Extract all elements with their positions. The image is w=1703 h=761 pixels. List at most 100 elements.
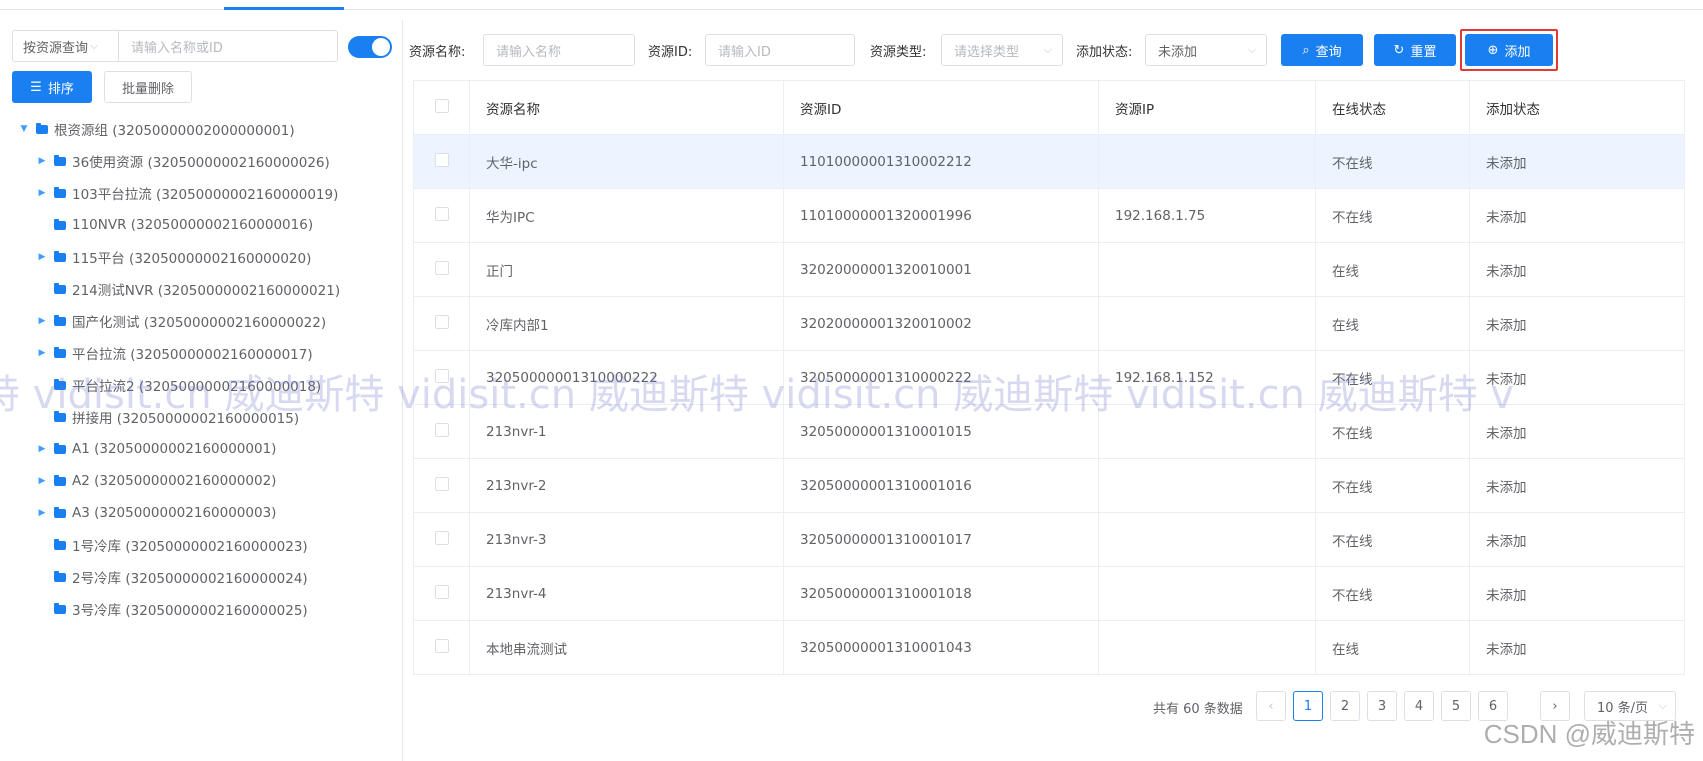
- cell-name: 213nvr-4: [469, 566, 784, 621]
- tree-node[interactable]: 214测试NVR (32050000002160000021): [0, 273, 403, 305]
- tree-node-label: 214测试NVR (32050000002160000021): [72, 283, 341, 299]
- row-select-cell: [413, 188, 470, 243]
- bulk-delete-button[interactable]: 批量删除: [104, 71, 192, 103]
- row-checkbox[interactable]: [435, 314, 449, 329]
- tree-node[interactable]: ▶ 103平台拉流 (32050000002160000019): [0, 177, 403, 209]
- cell-added: 未添加: [1469, 188, 1685, 243]
- search-type-select[interactable]: 按资源查询 ⌵: [13, 31, 119, 61]
- page-button[interactable]: 4: [1404, 691, 1434, 721]
- row-checkbox[interactable]: [435, 152, 449, 167]
- row-checkbox[interactable]: [435, 476, 449, 491]
- resource-tree-panel: 按资源查询 ⌵ 请输入名称或ID ☰ 排序 批量删除 ▼ 根资源组 (320500…: [0, 20, 403, 761]
- row-checkbox[interactable]: [435, 206, 449, 221]
- table-row[interactable]: 213nvr-4 32050000001310001018 不在线 未添加: [413, 566, 1685, 621]
- row-checkbox[interactable]: [435, 584, 449, 599]
- id-filter-input[interactable]: 请输入ID: [705, 34, 855, 66]
- row-checkbox[interactable]: [435, 368, 449, 383]
- name-filter-input[interactable]: 请输入名称: [483, 34, 635, 66]
- cell-online: 在线: [1315, 620, 1470, 675]
- tree-node[interactable]: ▶ A2 (32050000002160000002): [0, 465, 403, 497]
- tree-node[interactable]: ▼ 根资源组 (32050000002000000001): [0, 113, 403, 145]
- caret-right-icon[interactable]: ▶: [36, 156, 48, 166]
- sort-button[interactable]: ☰ 排序: [12, 71, 92, 103]
- row-checkbox[interactable]: [435, 638, 449, 653]
- tree-node-label: 平台拉流 (32050000002160000017): [72, 347, 313, 363]
- cell-ip: [1098, 458, 1316, 513]
- resource-list-panel: 资源名称: 请输入名称 资源ID: 请输入ID 资源类型: 请选择类型 ⌵ 添加…: [403, 20, 1703, 761]
- toggle-switch[interactable]: [348, 36, 392, 58]
- cell-added: 未添加: [1469, 134, 1685, 189]
- tree-node[interactable]: 110NVR (32050000002160000016): [0, 209, 403, 241]
- table-row[interactable]: 本地串流测试 32050000001310001043 在线 未添加: [413, 620, 1685, 675]
- select-all-cell: [413, 80, 470, 135]
- select-all-checkbox[interactable]: [435, 98, 449, 113]
- table-row[interactable]: 正门 32020000001320010001 在线 未添加: [413, 242, 1685, 297]
- folder-icon: [54, 282, 66, 294]
- row-checkbox[interactable]: [435, 422, 449, 437]
- cell-name: 32050000001310000222: [469, 350, 784, 405]
- cell-name: 213nvr-3: [469, 512, 784, 567]
- row-select-cell: [413, 242, 470, 297]
- table-row[interactable]: 32050000001310000222 32050000001310000222…: [413, 350, 1685, 405]
- caret-right-icon[interactable]: ▶: [36, 476, 48, 486]
- cell-added: 未添加: [1469, 458, 1685, 513]
- caret-down-icon[interactable]: ▼: [18, 124, 30, 134]
- tree-node[interactable]: ▶ A3 (32050000002160000003): [0, 497, 403, 529]
- tree-node-label: 103平台拉流 (32050000002160000019): [72, 187, 339, 203]
- tree-node[interactable]: 2号冷库 (32050000002160000024): [0, 561, 403, 593]
- folder-icon: [54, 346, 66, 358]
- tree-node[interactable]: ▶ A1 (32050000002160000001): [0, 433, 403, 465]
- tree-search-input[interactable]: 请输入名称或ID: [119, 37, 337, 56]
- tree-node[interactable]: ▶ 36使用资源 (32050000002160000026): [0, 145, 403, 177]
- tree-node[interactable]: ▶ 115平台 (32050000002160000020): [0, 241, 403, 273]
- folder-icon: [36, 122, 48, 134]
- query-button[interactable]: ⌕ 查询: [1281, 34, 1363, 66]
- page-button[interactable]: 1: [1293, 691, 1323, 721]
- table-row[interactable]: 213nvr-2 32050000001310001016 不在线 未添加: [413, 458, 1685, 513]
- cell-online: 不在线: [1315, 350, 1470, 405]
- cell-added: 未添加: [1469, 404, 1685, 459]
- row-checkbox[interactable]: [435, 530, 449, 545]
- type-filter-select[interactable]: 请选择类型 ⌵: [941, 34, 1063, 66]
- cell-online: 不在线: [1315, 566, 1470, 621]
- cell-name: 冷库内部1: [469, 296, 784, 351]
- tree-node[interactable]: ▶ 国产化测试 (32050000002160000022): [0, 305, 403, 337]
- caret-right-icon[interactable]: ▶: [36, 348, 48, 358]
- cell-id: 32020000001320010001: [783, 242, 1099, 297]
- row-select-cell: [413, 566, 470, 621]
- folder-icon: [54, 378, 66, 390]
- caret-right-icon[interactable]: ▶: [36, 316, 48, 326]
- table-row[interactable]: 冷库内部1 32020000001320010002 在线 未添加: [413, 296, 1685, 351]
- reset-button[interactable]: ↻ 重置: [1374, 34, 1456, 66]
- switch-knob: [372, 38, 390, 56]
- tree-node[interactable]: 1号冷库 (32050000002160000023): [0, 529, 403, 561]
- table-row[interactable]: 213nvr-1 32050000001310001015 不在线 未添加: [413, 404, 1685, 459]
- page-button[interactable]: 3: [1367, 691, 1397, 721]
- page-button[interactable]: 2: [1330, 691, 1360, 721]
- prev-page-button[interactable]: ‹: [1256, 691, 1286, 721]
- tree-node[interactable]: ▶ 平台拉流 (32050000002160000017): [0, 337, 403, 369]
- page-button[interactable]: 5: [1441, 691, 1471, 721]
- table-row[interactable]: 大华-ipc 11010000001310002212 不在线 未添加: [413, 134, 1685, 189]
- header-added: 添加状态: [1469, 80, 1685, 135]
- caret-right-icon[interactable]: ▶: [36, 188, 48, 198]
- tree-node[interactable]: 拼接用 (32050000002160000015): [0, 401, 403, 433]
- folder-icon: [54, 474, 66, 486]
- table-row[interactable]: 华为IPC 11010000001320001996 192.168.1.75 不在线…: [413, 188, 1685, 243]
- status-filter-select[interactable]: 未添加 ⌵: [1145, 34, 1267, 66]
- list-sort-icon: ☰: [30, 79, 42, 95]
- tree-node[interactable]: 平台拉流2 (32050000002160000018): [0, 369, 403, 401]
- cell-id: 32050000001310000222: [783, 350, 1099, 405]
- chevron-down-icon: ⌵: [1043, 43, 1052, 56]
- caret-right-icon[interactable]: ▶: [36, 508, 48, 518]
- cell-added: 未添加: [1469, 566, 1685, 621]
- type-filter-placeholder: 请选择类型: [954, 44, 1020, 60]
- tree-node[interactable]: 3号冷库 (32050000002160000025): [0, 593, 403, 625]
- caret-right-icon[interactable]: ▶: [36, 252, 48, 262]
- cell-ip: 192.168.1.75: [1098, 188, 1316, 243]
- folder-icon: [54, 154, 66, 166]
- caret-right-icon[interactable]: ▶: [36, 444, 48, 454]
- row-checkbox[interactable]: [435, 260, 449, 275]
- table-row[interactable]: 213nvr-3 32050000001310001017 不在线 未添加: [413, 512, 1685, 567]
- header-ip: 资源IP: [1098, 80, 1316, 135]
